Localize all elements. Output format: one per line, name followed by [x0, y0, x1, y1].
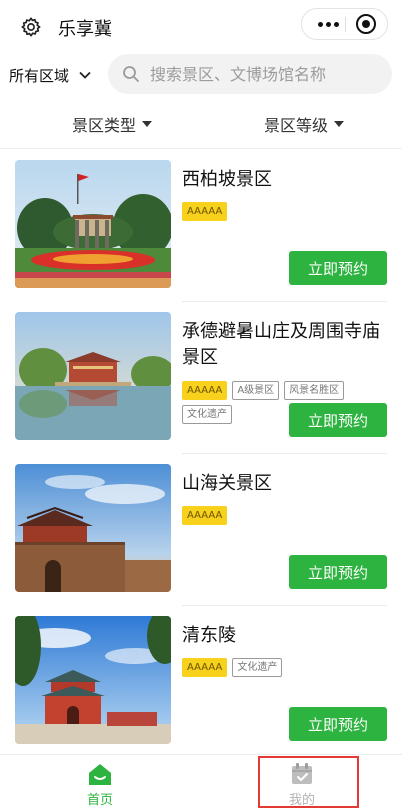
list-item[interactable]: 西柏坡景区 AAAAA 立即预约: [0, 150, 402, 302]
scenic-photo: [15, 160, 171, 288]
top-bar: 乐享冀: [0, 0, 402, 52]
more-dots-icon[interactable]: [312, 9, 344, 39]
category-tag: 文化遗产: [232, 658, 283, 677]
tab-home-label: 首页: [86, 793, 113, 808]
list-item[interactable]: 山海关景区 AAAAA 立即预约: [0, 454, 402, 606]
caret-down-icon: [142, 121, 153, 127]
highlight-box: [258, 756, 359, 808]
scenic-photo: [15, 464, 171, 592]
region-select[interactable]: 所有区域: [9, 62, 93, 88]
level-tag: AAAAA: [182, 658, 228, 677]
filter-divider: [0, 148, 402, 149]
scenic-level-filter[interactable]: 景区等级: [264, 112, 345, 136]
scenic-type-label: 景区类型: [72, 116, 137, 135]
scenic-name: 承德避暑山庄及周围寺庙景区: [182, 321, 380, 368]
region-label: 所有区域: [9, 66, 70, 85]
search-box[interactable]: [108, 54, 392, 94]
scenic-name: 山海关景区: [182, 473, 272, 494]
book-now-button[interactable]: 立即预约: [289, 251, 387, 285]
level-tag: AAAAA: [182, 506, 228, 525]
tag-group: AAAAA: [182, 506, 362, 525]
filter-bar: 景区类型 景区等级: [0, 104, 402, 144]
tag-group: AAAAA: [182, 202, 362, 221]
capsule-divider: [345, 17, 346, 32]
scenic-name: 清东陵: [182, 625, 236, 646]
category-tag: A级景区: [232, 381, 280, 400]
level-tag: AAAAA: [182, 381, 228, 400]
list-item[interactable]: 承德避暑山庄及周围寺庙景区 AAAAA A级景区 风景名胜区 文化遗产 立即预约: [0, 302, 402, 454]
scenic-photo: [15, 312, 171, 440]
mini-program-capsule: [301, 8, 388, 40]
tag-group: AAAAA 文化遗产: [182, 658, 362, 677]
tab-home[interactable]: 首页: [60, 761, 140, 809]
list-item[interactable]: 清东陵 AAAAA 文化遗产 立即预约: [0, 606, 402, 758]
book-now-button[interactable]: 立即预约: [289, 707, 387, 741]
scenic-level-label: 景区等级: [264, 116, 329, 135]
caret-down-icon: [334, 121, 345, 127]
search-icon: [123, 66, 139, 82]
gear-icon[interactable]: [20, 16, 42, 38]
scenic-photo: [15, 616, 171, 744]
app-title: 乐享冀: [58, 19, 112, 40]
scenic-type-filter[interactable]: 景区类型: [72, 112, 153, 136]
book-now-button[interactable]: 立即预约: [289, 403, 387, 437]
book-now-button[interactable]: 立即预约: [289, 555, 387, 589]
close-target-icon[interactable]: [356, 14, 376, 34]
level-tag: AAAAA: [182, 202, 228, 221]
home-icon: [89, 764, 111, 785]
category-tag: 风景名胜区: [284, 381, 345, 400]
scenic-name: 西柏坡景区: [182, 169, 272, 190]
chevron-down-icon: [79, 71, 91, 79]
search-input[interactable]: [150, 64, 380, 84]
category-tag: 文化遗产: [182, 405, 232, 424]
